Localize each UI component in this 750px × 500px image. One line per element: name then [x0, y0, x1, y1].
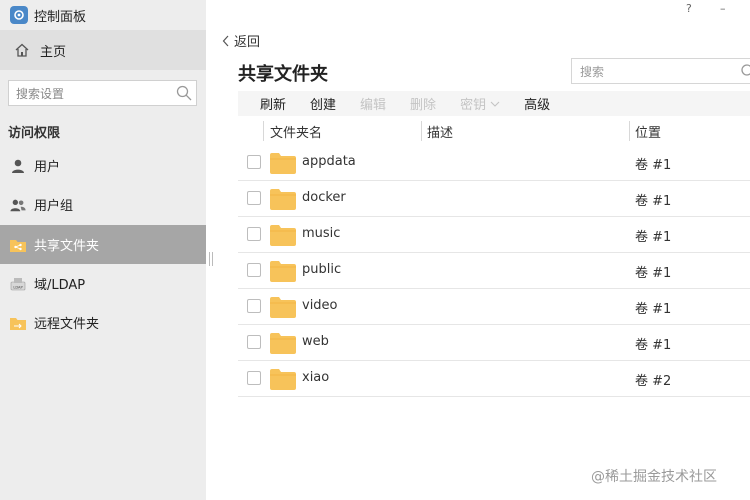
back-button[interactable]: 返回 [222, 31, 260, 50]
settings-search-input[interactable]: 搜索设置 [8, 80, 197, 106]
chevron-down-icon [490, 101, 500, 107]
sidebar-item-shared-folders[interactable]: 共享文件夹 [0, 225, 206, 264]
folder-icon [270, 261, 296, 282]
folder-name: xiao [302, 370, 330, 385]
create-button[interactable]: 创建 [310, 94, 360, 113]
row-checkbox[interactable] [247, 371, 261, 385]
help-icon[interactable]: ? [686, 2, 692, 15]
refresh-button[interactable]: 刷新 [238, 94, 310, 113]
minimize-icon[interactable]: – [720, 2, 726, 15]
section-title: 访问权限 [8, 126, 61, 141]
sidebar-item-label: 域/LDAP [34, 278, 86, 293]
search-icon[interactable] [738, 63, 750, 79]
search-icon[interactable] [176, 85, 192, 101]
folder-name: appdata [302, 154, 356, 169]
row-checkbox[interactable] [247, 299, 261, 313]
row-checkbox[interactable] [247, 155, 261, 169]
table-row[interactable]: video 卷 #1 [238, 289, 750, 325]
row-checkbox[interactable] [247, 263, 261, 277]
folder-name: web [302, 334, 329, 349]
back-label: 返回 [234, 35, 261, 50]
folder-icon [270, 333, 296, 354]
row-checkbox[interactable] [247, 227, 261, 241]
row-checkbox[interactable] [247, 335, 261, 349]
folder-icon [270, 297, 296, 318]
folder-location: 卷 #1 [635, 230, 672, 245]
folder-location: 卷 #2 [635, 374, 672, 389]
sidebar-item-users[interactable]: 用户 [0, 146, 206, 185]
folder-icon [270, 153, 296, 174]
sidebar-item-user-groups[interactable]: 用户组 [0, 185, 206, 224]
user-icon [10, 158, 26, 174]
delete-button[interactable]: 删除 [410, 94, 460, 113]
table-row[interactable]: docker 卷 #1 [238, 181, 750, 217]
folder-location: 卷 #1 [635, 194, 672, 209]
key-label: 密钥 [460, 98, 487, 113]
column-header-description[interactable]: 描述 [427, 117, 453, 145]
folder-name: video [302, 298, 338, 313]
folder-location: 卷 #1 [635, 158, 672, 173]
sidebar-item-label: 共享文件夹 [34, 239, 100, 254]
search-placeholder: 搜索设置 [16, 86, 65, 101]
sidebar-item-ldap[interactable]: LDAP 域/LDAP [0, 264, 206, 303]
column-header-name[interactable]: 文件夹名 [270, 117, 322, 145]
chevron-left-icon [222, 35, 229, 46]
folder-name: music [302, 226, 341, 241]
edit-button[interactable]: 编辑 [360, 94, 410, 113]
folder-location: 卷 #1 [635, 338, 672, 353]
row-checkbox[interactable] [247, 191, 261, 205]
svg-text:LDAP: LDAP [13, 285, 23, 289]
shared-folder-icon [10, 237, 26, 253]
remote-folder-icon [10, 315, 26, 331]
sidebar-item-label: 远程文件夹 [34, 317, 100, 332]
folder-location: 卷 #1 [635, 302, 672, 317]
sidebar-item-label: 用户 [34, 160, 61, 175]
folder-name: docker [302, 190, 346, 205]
column-separator [421, 121, 422, 141]
folder-icon [270, 369, 296, 390]
folder-search-input[interactable]: 搜索 [571, 58, 750, 84]
column-separator [263, 121, 264, 141]
control-panel-icon [10, 6, 28, 24]
watermark: @稀土掘金技术社区 [591, 469, 717, 485]
search-placeholder: 搜索 [580, 64, 605, 79]
sidebar-item-remote-folders[interactable]: 远程文件夹 [0, 303, 206, 342]
key-dropdown[interactable]: 密钥 [460, 94, 524, 113]
user-group-icon [10, 197, 26, 213]
table-row[interactable]: xiao 卷 #2 [238, 361, 750, 397]
folder-location: 卷 #1 [635, 266, 672, 281]
toolbar: 刷新 创建 编辑 删除 密钥 高级 [238, 91, 750, 116]
table-row[interactable]: music 卷 #1 [238, 217, 750, 253]
app-title: 控制面板 [34, 9, 87, 25]
column-separator [629, 121, 630, 141]
page-title: 共享文件夹 [238, 64, 328, 85]
folder-icon [270, 225, 296, 246]
column-header-location[interactable]: 位置 [635, 117, 661, 145]
sidebar: 控制面板 主页 搜索设置 访问权限 用户 用户组 共享文件夹 LDAP 域/LD… [0, 0, 206, 500]
table-row[interactable]: web 卷 #1 [238, 325, 750, 361]
folder-icon [270, 189, 296, 210]
app-title-bar: 控制面板 [10, 5, 86, 25]
ldap-icon: LDAP [10, 276, 26, 292]
folder-name: public [302, 262, 342, 277]
table-row[interactable]: appdata 卷 #1 [238, 145, 750, 181]
sidebar-resize-handle[interactable] [209, 252, 213, 266]
sidebar-item-label: 用户组 [34, 199, 74, 214]
sidebar-item-home[interactable]: 主页 [0, 30, 206, 70]
table-row[interactable]: public 卷 #1 [238, 253, 750, 289]
home-icon [14, 42, 30, 58]
advanced-button[interactable]: 高级 [524, 94, 562, 113]
sidebar-item-label: 主页 [40, 44, 67, 60]
